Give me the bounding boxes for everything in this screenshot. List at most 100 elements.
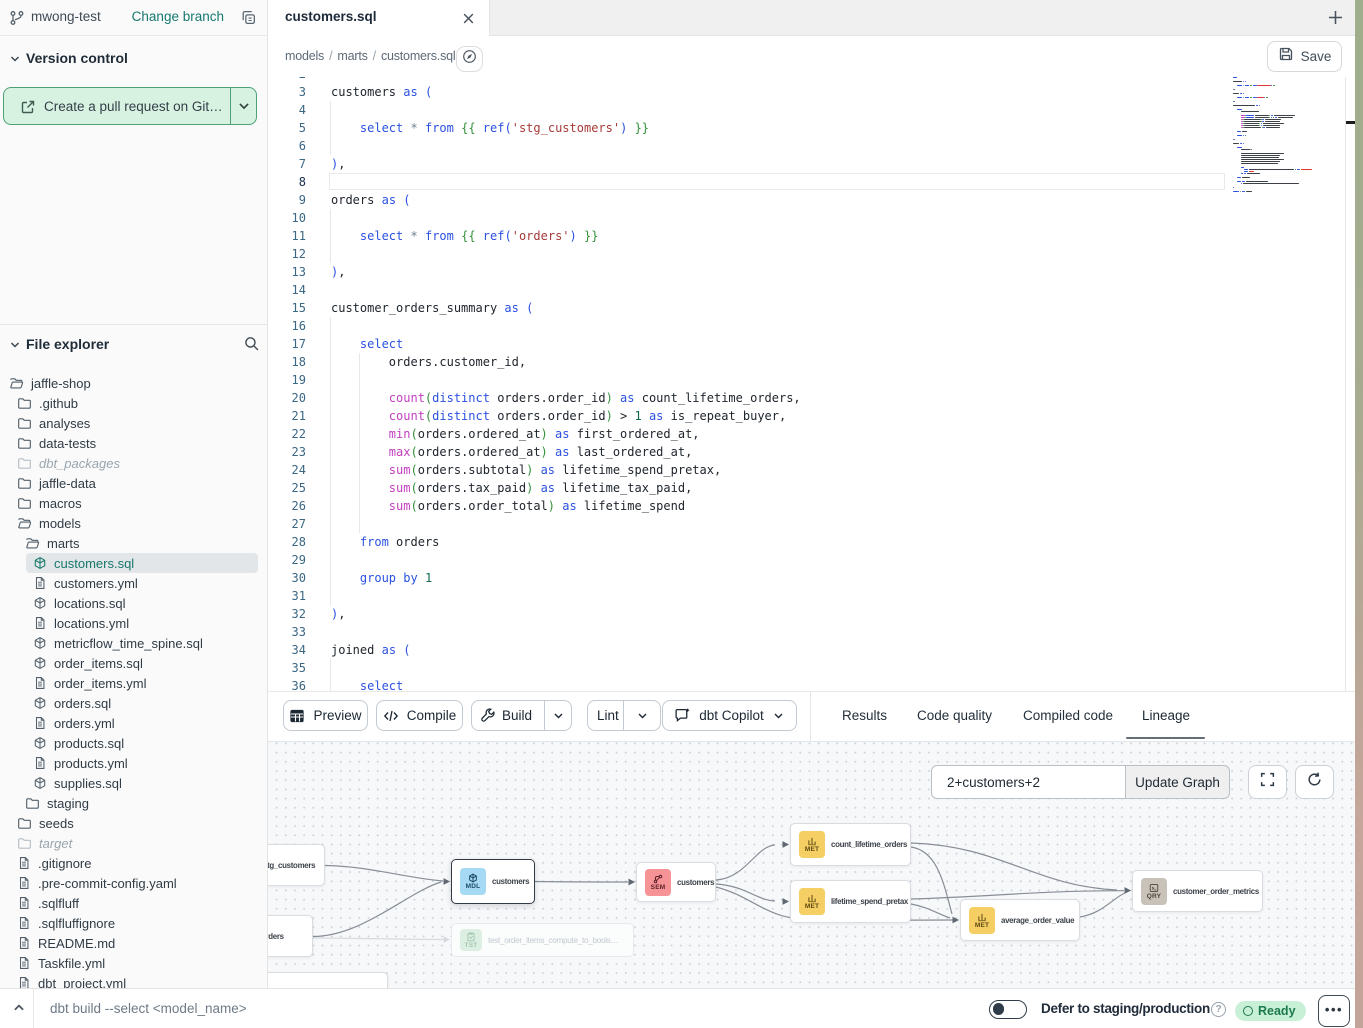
lineage-node-customers-semantic[interactable]: SEMcustomers [636,862,716,902]
tree-item-.sqlfluff[interactable]: .sqlfluff [17,893,79,913]
more-options-button[interactable]: ••• [1318,995,1350,1027]
explore-lineage-button[interactable] [456,46,483,72]
tree-item-locations.sql[interactable]: locations.sql [33,593,126,613]
tree-item-orders.sql[interactable]: orders.sql [33,693,111,713]
desktop-backdrop-strip [1355,0,1363,1028]
line-number: 17 [268,335,306,353]
tree-item-README.md[interactable]: README.md [17,933,115,953]
model-icon [33,736,47,750]
minimap-border [1345,77,1346,691]
indent-guide [330,515,331,533]
tree-item-.github[interactable]: .github [17,393,78,413]
chevron-down-icon[interactable] [636,709,649,722]
lineage-node-customers-model[interactable]: MDLcustomers [451,859,535,904]
help-icon[interactable]: ? [1211,1002,1226,1017]
tree-item-Taskfile.yml[interactable]: Taskfile.yml [17,953,105,973]
tab-code-quality[interactable]: Code quality [917,708,992,723]
code-line: orders as ( [331,191,411,209]
breadcrumb-item[interactable]: models [285,49,324,63]
lineage-node-average_order_value[interactable]: METaverage_order_value [960,899,1080,941]
code-line: joined as ( [331,641,411,659]
active-tab-underline [1126,737,1205,740]
tree-item-products.yml[interactable]: products.yml [33,753,128,773]
tree-item-staging[interactable]: staging [25,793,89,813]
lineage-node-test-order-items[interactable]: TSTtest_order_items_compute_to_bools… [451,923,634,957]
chevron-up-icon[interactable] [8,998,30,1018]
build-button[interactable]: Build [471,700,572,731]
refresh-icon [1306,771,1323,793]
new-tab-button[interactable] [1322,4,1349,31]
lineage-node-count_lifetime_orders[interactable]: METcount_lifetime_orders [790,823,911,866]
dbt-copilot-button[interactable]: dbt Copilot [662,700,797,731]
compile-button[interactable]: Compile [376,700,463,731]
tree-item-jaffle-data[interactable]: jaffle-data [17,473,96,493]
file-explorer-chevron-icon[interactable] [9,338,21,356]
defer-toggle[interactable] [989,1000,1027,1019]
lineage-node-customer_order_metrics[interactable]: QRYcustomer_order_metrics [1132,870,1263,912]
file-icon [33,576,47,590]
toolbar-button-label: Lint [597,708,619,723]
tree-item-order-items.sql[interactable]: order_items.sql [33,653,143,673]
code-line: sum(orders.tax_paid) as lifetime_tax_pai… [331,479,692,497]
lint-button[interactable]: Lint [587,700,661,731]
tree-item-.gitignore[interactable]: .gitignore [17,853,91,873]
refresh-button[interactable] [1295,765,1334,799]
tree-item-models[interactable]: models [17,513,81,533]
version-control-chevron-icon[interactable] [9,52,21,70]
tree-item-locations.yml[interactable]: locations.yml [33,613,129,633]
code-line: sum(orders.order_total) as lifetime_spen… [331,497,685,515]
preview-button[interactable]: Preview [283,700,368,731]
lineage-panel[interactable]: MDLstg_customers MDLorders MDLcustomers TST… [268,742,1355,988]
lineage-node-orders[interactable]: MDLorders [268,915,313,957]
lineage-search-input[interactable]: 2+customers+2 [931,765,1126,799]
tree-item-label: dbt_project.yml [38,976,126,989]
update-graph-button[interactable]: Update Graph [1126,765,1230,799]
tree-item-orders.yml[interactable]: orders.yml [33,713,115,733]
tree-item-products.sql[interactable]: products.sql [33,733,124,753]
tab-results[interactable]: Results [842,708,887,723]
tree-item-customers.yml[interactable]: customers.yml [33,573,138,593]
chevron-down-icon[interactable] [552,709,565,722]
copy-icon[interactable] [240,9,257,31]
pr-dropdown-caret[interactable] [237,99,251,118]
tree-item-label: README.md [38,936,115,951]
tree-item-target[interactable]: target [17,833,72,853]
tree-item-.pre-commit-config.yaml[interactable]: .pre-commit-config.yaml [17,873,177,893]
lineage-node-stg_customers[interactable]: MDLstg_customers [268,844,325,886]
fullscreen-button[interactable] [1248,765,1287,799]
breadcrumb-item[interactable]: customers.sql [381,49,456,63]
breadcrumb-item[interactable]: marts [337,49,367,63]
search-icon[interactable] [243,335,260,357]
branch-name: mwong-test [31,9,101,24]
tree-item-.sqlfluffignore[interactable]: .sqlfluffignore [17,913,115,933]
tree-item-label: staging [47,796,89,811]
tree-item-customers.sql[interactable]: customers.sql [33,553,134,573]
close-icon[interactable] [458,8,478,28]
command-hint[interactable]: dbt build --select <model_name> [50,1001,247,1016]
line-number: 15 [268,299,306,317]
toolbar-button-label: Preview [313,708,361,723]
minimap[interactable] [1233,77,1345,691]
tree-item-macros[interactable]: macros [17,493,82,513]
tree-item-metricflow-time-spine.sql[interactable]: metricflow_time_spine.sql [33,633,203,653]
tree-item-data-tests[interactable]: data-tests [17,433,96,453]
tree-item-jaffle-shop[interactable]: jaffle-shop [9,373,91,393]
tree-item-marts[interactable]: marts [25,533,80,553]
lineage-node-partial-node[interactable] [268,972,388,988]
create-pr-button[interactable]: Create a pull request on Git… [3,87,257,125]
change-branch-link[interactable]: Change branch [132,9,224,24]
badge-qry: QRY [1141,878,1167,905]
tree-item-supplies.sql[interactable]: supplies.sql [33,773,122,793]
tree-item-dbt-packages[interactable]: dbt_packages [17,453,120,473]
lineage-node-lifetime_spend_pretax[interactable]: METlifetime_spend_pretax [790,880,911,923]
code-line: count(distinct orders.order_id) > 1 as i… [331,407,786,425]
save-button[interactable]: Save [1267,41,1342,72]
tree-item-dbt-project.yml[interactable]: dbt_project.yml [17,973,126,988]
tab-lineage[interactable]: Lineage [1142,708,1190,723]
tab-compiled-code[interactable]: Compiled code [1023,708,1113,723]
tree-item-seeds[interactable]: seeds [17,813,74,833]
code-editor[interactable]: 23customers as (45 select * from {{ ref(… [268,77,1355,691]
tree-item-label: order_items.sql [54,656,143,671]
tree-item-order-items.yml[interactable]: order_items.yml [33,673,146,693]
tree-item-analyses[interactable]: analyses [17,413,90,433]
